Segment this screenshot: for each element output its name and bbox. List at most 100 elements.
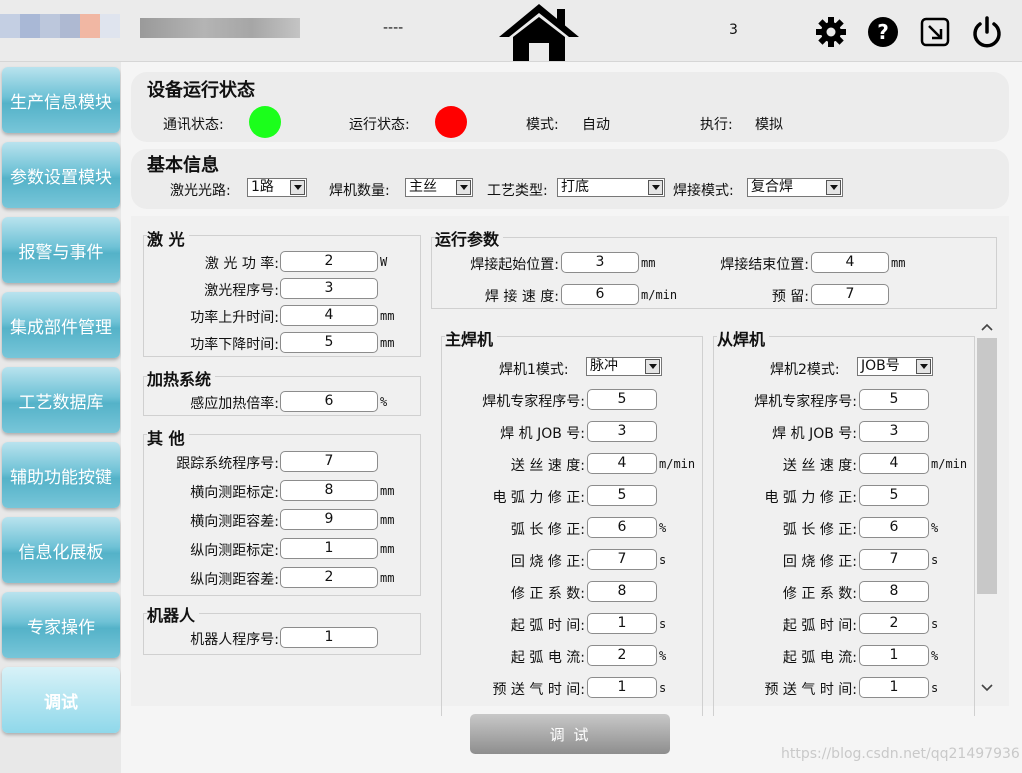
chevron-down-icon	[826, 180, 841, 195]
slave-param-0-input[interactable]: 5	[859, 389, 929, 410]
master-param-7-input[interactable]: 1	[587, 613, 657, 634]
nav-alarms-events[interactable]: 报警与事件	[2, 217, 120, 283]
home-button[interactable]	[498, 0, 580, 62]
other-param-4-label: 纵向测距容差:	[190, 572, 279, 588]
nav-parameter-settings[interactable]: 参数设置模块	[2, 142, 120, 208]
master-mode-label: 焊机1模式:	[499, 362, 569, 378]
slave-param-6-input[interactable]: 8	[859, 581, 929, 602]
robot-title: 机器人	[147, 602, 200, 626]
other-param-0-input[interactable]: 7	[280, 451, 378, 472]
exec-label: 执行:	[700, 117, 733, 133]
master-param-9-input[interactable]: 1	[587, 677, 657, 698]
master-param-4-input[interactable]: 6	[587, 517, 657, 538]
master-mode-select[interactable]: 脉冲	[586, 357, 662, 376]
watermark: https://blog.csdn.net/qq21497936	[781, 746, 1020, 762]
laser-param-3-input[interactable]: 5	[280, 332, 378, 353]
laser-param-0-label: 激 光 功 率:	[204, 256, 279, 272]
run-param-0-input[interactable]: 3	[561, 252, 639, 273]
chevron-down-icon	[916, 359, 931, 374]
process-type-select[interactable]: 打底	[557, 178, 665, 197]
mode-label: 模式:	[526, 117, 559, 133]
nav-expert-operation[interactable]: 专家操作	[2, 592, 120, 658]
other-param-3-input[interactable]: 1	[280, 538, 378, 559]
nav-auxiliary-functions[interactable]: 辅助功能按键	[2, 442, 120, 508]
scrollbar-thumb[interactable]	[977, 338, 997, 594]
run-title: 运行参数	[435, 226, 504, 250]
welder-count-select[interactable]: 主丝	[405, 178, 473, 197]
other-title: 其 他	[147, 425, 189, 449]
slave-param-8-input[interactable]: 1	[859, 645, 929, 666]
run-param-3-input[interactable]: 7	[811, 284, 889, 305]
chevron-up-icon[interactable]	[980, 321, 994, 333]
master-param-2-input[interactable]: 4	[587, 453, 657, 474]
minimize-button[interactable]	[918, 15, 952, 49]
run-param-1-unit: mm	[891, 256, 906, 270]
nav-integrated-components[interactable]: 集成部件管理	[2, 292, 120, 358]
power-button[interactable]	[970, 14, 1004, 50]
vertical-scrollbar[interactable]	[977, 318, 997, 698]
chevron-down-icon	[645, 359, 660, 374]
master-param-2-label: 送 丝 速 度:	[510, 458, 585, 474]
nav-info-dashboard[interactable]: 信息化展板	[2, 517, 120, 583]
other-param-4-input[interactable]: 2	[280, 567, 378, 588]
slave-param-7-input[interactable]: 2	[859, 613, 929, 634]
laser-param-2-input[interactable]: 4	[280, 305, 378, 326]
chevron-down-icon	[456, 180, 471, 195]
other-param-3-label: 纵向测距标定:	[190, 543, 279, 559]
help-button[interactable]: ?	[866, 15, 900, 49]
laser-param-1-input[interactable]: 3	[280, 278, 378, 299]
mode-value: 自动	[582, 117, 610, 133]
slave-param-4-unit: %	[931, 521, 939, 535]
master-param-4-label: 弧 长 修 正:	[510, 522, 585, 538]
master-title: 主焊机	[445, 326, 498, 350]
master-param-6-label: 修 正 系 数:	[510, 586, 585, 602]
other-param-2-input[interactable]: 9	[280, 509, 378, 530]
run-param-1-input[interactable]: 4	[811, 252, 889, 273]
other-param-3-unit: mm	[380, 542, 395, 556]
master-param-7-unit: s	[659, 617, 667, 631]
laser-param-0-input[interactable]: 2	[280, 251, 378, 272]
other-param-2-unit: mm	[380, 513, 395, 527]
slave-param-1-input[interactable]: 3	[859, 421, 929, 442]
weld-mode-label: 焊接模式:	[673, 183, 734, 199]
slave-param-9-input[interactable]: 1	[859, 677, 929, 698]
slave-param-2-input[interactable]: 4	[859, 453, 929, 474]
heat-param-0-label: 感应加热倍率:	[190, 396, 279, 412]
run-param-2-input[interactable]: 6	[561, 284, 639, 305]
master-param-2-unit: m/min	[659, 457, 696, 471]
slave-param-4-label: 弧 长 修 正:	[782, 522, 857, 538]
slave-mode-label: 焊机2模式:	[770, 362, 840, 378]
question-icon: ?	[868, 17, 898, 47]
slave-param-3-label: 电 弧 力 修 正:	[764, 490, 857, 506]
nav-debug[interactable]: 调试	[2, 667, 120, 733]
laser-path-select[interactable]: 1路	[247, 178, 307, 197]
slave-param-3-input[interactable]: 5	[859, 485, 929, 506]
heat-param-0-input[interactable]: 6	[280, 391, 378, 412]
slave-param-4-input[interactable]: 6	[859, 517, 929, 538]
run-param-2-unit: m/min	[641, 288, 678, 302]
master-param-8-input[interactable]: 2	[587, 645, 657, 666]
master-param-6-input[interactable]: 8	[587, 581, 657, 602]
master-param-1-input[interactable]: 3	[587, 421, 657, 442]
top-bar: ---- 3 ?	[0, 0, 1022, 62]
main-content: 设备运行状态 通讯状态: 运行状态: 模式: 自动 执行: 模拟 基本信息 激光…	[121, 62, 1022, 773]
laser-param-2-label: 功率上升时间:	[190, 310, 279, 326]
master-param-3-input[interactable]: 5	[587, 485, 657, 506]
slave-param-5-input[interactable]: 7	[859, 549, 929, 570]
master-param-0-input[interactable]: 5	[587, 389, 657, 410]
other-param-1-input[interactable]: 8	[280, 480, 378, 501]
settings-button[interactable]	[814, 15, 848, 49]
master-param-5-label: 回 烧 修 正:	[510, 554, 585, 570]
slave-mode-select[interactable]: JOB号	[857, 357, 933, 376]
power-icon	[973, 16, 1001, 48]
nav-production-info[interactable]: 生产信息模块	[2, 67, 120, 133]
nav-process-database[interactable]: 工艺数据库	[2, 367, 120, 433]
master-param-5-input[interactable]: 7	[587, 549, 657, 570]
laser-param-3-unit: mm	[380, 336, 395, 350]
chevron-down-icon[interactable]	[980, 682, 994, 694]
run-status-label: 运行状态:	[349, 117, 410, 133]
laser-title: 激 光	[147, 226, 189, 250]
debug-button[interactable]: 调 试	[470, 714, 670, 754]
robot-param-0-input[interactable]: 1	[280, 627, 378, 648]
weld-mode-select[interactable]: 复合焊	[747, 178, 843, 197]
